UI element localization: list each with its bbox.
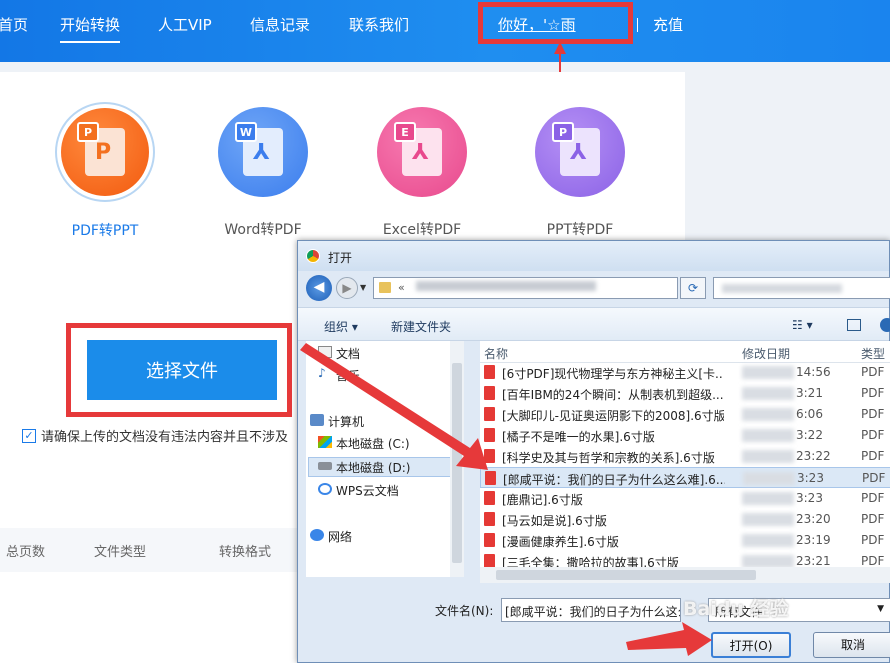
top-navigation-bar: 首页 开始转换 人工VIP 信息记录 联系我们 你好，'☆雨 充值	[0, 0, 890, 62]
navigation-pane: 文档 ♪ 音乐 计算机 本地磁盘 (C:) 本地磁盘 (D:) WPS云文档 网络	[306, 341, 464, 577]
dialog-bottom-bar: 文件名(N): [郎咸平说：我们的日子为什么这么难 所有文件▼ 打开(O) 取消	[298, 586, 890, 663]
pdf-file-icon	[485, 471, 496, 485]
nav-recharge[interactable]: 充值	[653, 14, 683, 35]
dialog-titlebar: 打开	[298, 241, 889, 271]
nav-network[interactable]: 网络	[310, 528, 352, 545]
history-dropdown-icon[interactable]: ▼	[360, 283, 366, 292]
converter-excel-to-pdf[interactable]: E ⅄ Excel转PDF	[352, 102, 492, 239]
pdf-file-icon	[484, 386, 495, 400]
agreement-checkbox[interactable]: ✓	[22, 428, 36, 443]
col-name[interactable]: 名称	[484, 345, 508, 362]
search-input[interactable]	[713, 277, 890, 299]
filename-label: 文件名(N):	[435, 604, 494, 618]
file-row[interactable]: [马云如是说].6寸版 23:20 PDF	[480, 509, 890, 530]
converter-label: PPT转PDF	[546, 222, 614, 238]
agreement-text: 请确保上传的文档没有违法内容并且不涉及	[41, 430, 289, 445]
horizontal-scrollbar[interactable]	[480, 567, 890, 583]
file-row-selected[interactable]: [郎咸平说：我们的日子为什么这么难].6... 3:23 PDF	[480, 467, 890, 488]
chrome-icon	[306, 249, 320, 263]
file-row[interactable]: [百年IBM的24个瞬间：从制表机到超级... 3:21 PDF	[480, 383, 890, 404]
pdf-file-icon	[484, 491, 495, 505]
pdf-file-icon	[484, 365, 495, 379]
file-row[interactable]: [6寸PDF]现代物理学与东方神秘主义[卡... 14:56 PDF	[480, 362, 890, 383]
col-total-pages: 总页数	[6, 545, 46, 560]
highlight-box-select-file	[66, 323, 292, 417]
pdf-file-icon	[484, 428, 495, 442]
watermark: Baidu 经验	[683, 598, 789, 620]
col-convert-format: 转换格式	[219, 545, 272, 560]
col-modified[interactable]: 修改日期	[742, 345, 790, 362]
pdf-file-icon	[484, 407, 495, 421]
view-options-icon[interactable]: ☷ ▾	[792, 318, 813, 332]
organize-menu[interactable]: 组织 ▾	[324, 318, 358, 335]
pdf-file-icon	[484, 449, 495, 463]
new-folder-button[interactable]: 新建文件夹	[391, 318, 451, 335]
nav-start-convert[interactable]: 开始转换	[60, 14, 121, 43]
pdf-file-icon	[484, 512, 495, 526]
cancel-button[interactable]: 取消	[813, 632, 890, 658]
nav-vip[interactable]: 人工VIP	[158, 14, 212, 35]
nav-contact[interactable]: 联系我们	[349, 14, 409, 35]
forward-arrow-icon[interactable]: ▶	[336, 277, 358, 299]
file-row[interactable]: [漫画健康养生].6寸版 23:19 PDF	[480, 530, 890, 551]
nav-music[interactable]: ♪ 音乐	[318, 366, 360, 384]
file-table-header: 总页数 文件类型 转换格式	[0, 528, 300, 572]
help-icon[interactable]	[880, 318, 890, 332]
open-button[interactable]: 打开(O)	[711, 632, 791, 658]
open-file-dialog: 打开 ◀ ▶ ▼ « ⟳ 组织 ▾ 新建文件夹 ☷ ▾ 文档 ♪音乐 计算机	[297, 240, 890, 663]
nav-documents[interactable]: 文档	[318, 345, 360, 362]
screen: 首页 开始转换 人工VIP 信息记录 联系我们 你好，'☆雨 充值 PP PDF…	[0, 0, 890, 663]
nav-home[interactable]: 首页	[0, 14, 28, 35]
agreement-row: ✓ 请确保上传的文档没有违法内容并且不涉及	[22, 426, 288, 445]
pdf-file-icon	[484, 533, 495, 547]
nav-wps-cloud[interactable]: WPS云文档	[318, 482, 399, 499]
nav-drive-c[interactable]: 本地磁盘 (C:)	[318, 435, 410, 452]
converter-word-to-pdf[interactable]: W ⅄ Word转PDF	[193, 102, 333, 239]
file-row[interactable]: [鹿鼎记].6寸版 3:23 PDF	[480, 488, 890, 509]
nav-computer[interactable]: 计算机	[310, 413, 364, 430]
file-row[interactable]: [橘子不是唯一的水果].6寸版 3:22 PDF	[480, 425, 890, 446]
pdf-to-ppt-icon: PP	[61, 108, 149, 196]
dialog-title: 打开	[328, 251, 353, 265]
preview-pane-icon[interactable]	[847, 319, 861, 331]
highlight-box-greeting	[478, 2, 633, 44]
address-bar: ◀ ▶ ▼ « ⟳	[298, 271, 890, 305]
converter-label: Word转PDF	[224, 222, 302, 238]
folder-icon	[379, 282, 391, 293]
file-list: 名称 修改日期 类型 [6寸PDF]现代物理学与东方神秘主义[卡... 14:56…	[480, 341, 890, 577]
file-list-header: 名称 修改日期 类型	[480, 341, 890, 363]
file-row[interactable]: [科学史及其与哲学和宗教的关系].6寸版 23:22 PDF	[480, 446, 890, 467]
refresh-icon[interactable]: ⟳	[680, 277, 706, 299]
nav-separator	[637, 18, 638, 32]
converter-label: Excel转PDF	[382, 222, 462, 238]
ppt-to-pdf-icon: P ⅄	[535, 107, 625, 197]
col-file-type: 文件类型	[94, 545, 147, 560]
nav-scrollbar[interactable]	[450, 341, 464, 577]
dialog-toolbar: 组织 ▾ 新建文件夹 ☷ ▾	[298, 307, 890, 341]
nav-records[interactable]: 信息记录	[250, 14, 310, 35]
converter-ppt-to-pdf[interactable]: P ⅄ PPT转PDF	[510, 102, 650, 239]
col-type[interactable]: 类型	[861, 345, 885, 362]
word-to-pdf-icon: W ⅄	[218, 107, 308, 197]
path-prefix: «	[398, 281, 405, 294]
selected-ring: PP	[55, 102, 155, 202]
converter-pdf-to-ppt[interactable]: PP PDF转PPT	[35, 102, 175, 240]
converter-label: PDF转PPT	[71, 223, 139, 239]
excel-to-pdf-icon: E ⅄	[377, 107, 467, 197]
pdf-file-icon	[484, 554, 495, 568]
file-row[interactable]: [大脚印儿-见证奥运阴影下的2008].6寸版 6:06 PDF	[480, 404, 890, 425]
filename-input[interactable]: [郎咸平说：我们的日子为什么这么难	[501, 598, 681, 622]
path-blurred	[416, 281, 597, 291]
nav-drive-d[interactable]: 本地磁盘 (D:)	[318, 459, 410, 476]
back-arrow-icon[interactable]: ◀	[306, 275, 332, 301]
path-field[interactable]: «	[373, 277, 678, 299]
